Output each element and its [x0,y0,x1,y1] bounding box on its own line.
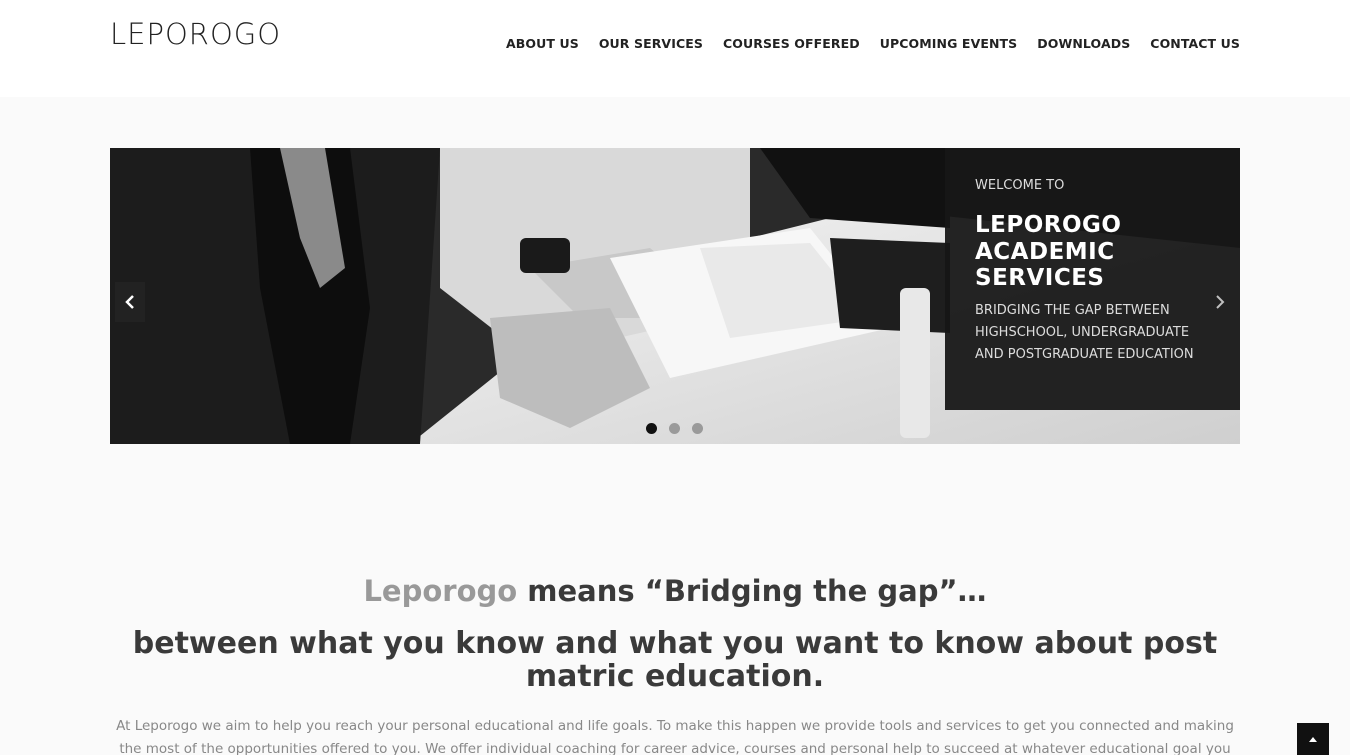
chevron-left-icon [125,295,134,309]
slider-dot-2[interactable] [669,423,680,434]
slide-caption: WELCOME TO LEPOROGO ACADEMIC SERVICES BR… [945,148,1240,410]
slider-prev-button[interactable] [115,282,145,322]
nav-our-services[interactable]: OUR SERVICES [599,36,703,51]
nav-downloads[interactable]: DOWNLOADS [1037,36,1130,51]
chevron-right-icon [1216,295,1225,309]
nav-courses-offered[interactable]: COURSES OFFERED [723,36,860,51]
slide-kicker: WELCOME TO [975,178,1065,193]
headline-brand: Leporogo [363,574,518,608]
slider-dot-3[interactable] [692,423,703,434]
slider-pagination [646,423,703,434]
slide-subtitle: BRIDGING THE GAP BETWEEN HIGHSCHOOL, UND… [975,302,1194,362]
headline-rest: means “Bridging the gap”… [517,574,987,608]
main-nav: ABOUT US OUR SERVICES COURSES OFFERED UP… [506,36,1240,51]
nav-about-us[interactable]: ABOUT US [506,36,579,51]
slide-title: LEPOROGO ACADEMIC SERVICES [975,212,1122,291]
nav-upcoming-events[interactable]: UPCOMING EVENTS [880,36,1018,51]
page-headline: Leporogo means “Bridging the gap”… [0,574,1350,608]
nav-contact-us[interactable]: CONTACT US [1150,36,1240,51]
intro-paragraph: At Leporogo we aim to help you reach you… [116,718,1234,755]
back-to-top-button[interactable] [1297,723,1329,755]
site-header: LEPOROGO ABOUT US OUR SERVICES COURSES O… [0,0,1350,97]
slider-dot-1[interactable] [646,423,657,434]
slider-next-button[interactable] [1212,292,1228,312]
page-subheadline: between what you know and what you want … [132,626,1218,694]
site-logo[interactable]: LEPOROGO [110,17,281,51]
hero-slider: WELCOME TO LEPOROGO ACADEMIC SERVICES BR… [110,148,1240,444]
chevron-up-icon [1309,737,1317,742]
